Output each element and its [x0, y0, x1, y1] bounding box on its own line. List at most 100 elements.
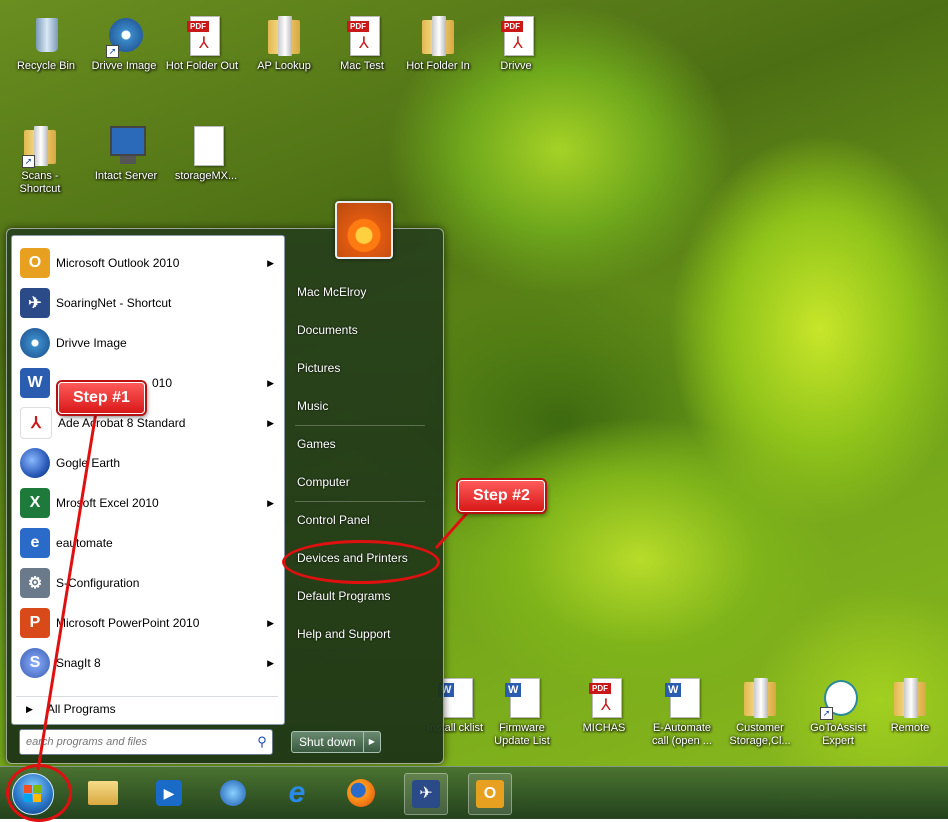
firmware-update-list-desktop-icon[interactable]: W Firmware Update List: [484, 676, 560, 748]
taskbar-media-player[interactable]: ▶: [148, 773, 190, 813]
computer-link[interactable]: Computer: [297, 475, 350, 489]
michas-desktop-icon[interactable]: PDF ⅄ MICHAS: [566, 676, 642, 735]
desktop-icon-label: Remote: [890, 722, 930, 734]
outlook-icon: O: [20, 248, 50, 278]
menu-item-soaringnet[interactable]: ✈ SoaringNet - Shortcut: [16, 284, 278, 322]
desktop-icon-label: GoToAssist Expert: [810, 722, 866, 747]
remote-desktop-desktop-icon[interactable]: Remote: [876, 676, 944, 735]
hot-folder-in-desktop-icon[interactable]: Hot Folder In: [400, 14, 476, 73]
gotoassist-expert-desktop-icon[interactable]: ➚ GoToAssist Expert: [800, 676, 876, 748]
firefox-icon: [347, 779, 375, 807]
menu-separator: [295, 501, 425, 502]
recycle-bin-icon: [36, 18, 58, 52]
submenu-arrow-icon[interactable]: ▶: [267, 418, 274, 429]
desktop-icon-label: AP Lookup: [257, 60, 311, 72]
desktop-icon-label: Drivve: [500, 60, 532, 72]
menu-item-label: SoaringNet - Shortcut: [56, 296, 172, 310]
menu-item-word[interactable]: W 010 ▶: [16, 364, 278, 402]
word-document-icon: W: [438, 678, 473, 718]
hot-folder-out-desktop-icon[interactable]: PDF ⅄ Hot Folder Out: [164, 14, 240, 73]
menu-separator: [295, 425, 425, 426]
menu-item-google-earth[interactable]: Gogle Earth: [16, 444, 278, 482]
customer-storage-desktop-icon[interactable]: Customer Storage,Cl...: [722, 676, 798, 748]
documents-link[interactable]: Documents: [297, 323, 358, 337]
menu-item-label: Mrosoft Excel 2010: [56, 496, 159, 510]
taskbar-soaringnet[interactable]: ✈: [404, 773, 448, 815]
storagemx-desktop-icon[interactable]: storageMX...: [168, 124, 244, 183]
menu-item-label: SnagIt 8: [56, 656, 101, 670]
menu-item-label: Gogle Earth: [56, 456, 121, 470]
media-player-icon: ▶: [156, 780, 182, 806]
folder-icon: [744, 678, 776, 718]
menu-item-excel[interactable]: X Mrosoft Excel 2010 ▶: [16, 484, 278, 522]
menu-item-label: Drivve Image: [56, 336, 127, 350]
default-programs-link[interactable]: Default Programs: [297, 589, 390, 603]
user-name-link[interactable]: Mac McElroy: [297, 285, 366, 299]
games-link[interactable]: Games: [297, 437, 336, 451]
e-automate-call-desktop-icon[interactable]: W E-Automate call (open ...: [644, 676, 720, 748]
desktop-icon-label: Recycle Bin: [16, 60, 76, 72]
submenu-arrow-icon[interactable]: ▶: [267, 378, 274, 389]
pdf-document-icon: PDF ⅄: [589, 678, 622, 718]
desktop-icon-label: Hot Folder In: [406, 60, 470, 72]
recycle-bin-desktop-icon[interactable]: Recycle Bin: [8, 14, 84, 73]
shutdown-options-arrow-icon[interactable]: ▶: [363, 731, 381, 753]
folder-icon: [268, 16, 300, 56]
ap-lookup-desktop-icon[interactable]: AP Lookup: [246, 14, 322, 73]
submenu-arrow-icon[interactable]: ▶: [267, 258, 274, 269]
menu-item-drivve-image[interactable]: Drivve Image: [16, 324, 278, 362]
all-programs-button[interactable]: ▶ All Programs: [16, 696, 278, 721]
desktop-icon-label: Intact Server: [94, 170, 158, 182]
menu-item-snagit[interactable]: S SnagIt 8 ▶: [16, 644, 278, 682]
search-box[interactable]: ⚲: [19, 729, 273, 755]
drivve-image-desktop-icon[interactable]: ➚ Drivve Image: [86, 14, 162, 73]
menu-item-label: Microsoft Outlook 2010: [56, 256, 180, 270]
outlook-icon: O: [476, 780, 504, 808]
step1-callout: Step #1: [58, 382, 145, 414]
pdf-document-icon: PDF ⅄: [501, 16, 534, 56]
e-automate-icon: e: [20, 528, 50, 558]
menu-item-outlook[interactable]: O Microsoft Outlook 2010 ▶: [16, 244, 278, 282]
drivve-desktop-icon[interactable]: PDF ⅄ Drivve: [478, 14, 554, 73]
desktop-icon-label: E-Automate call (open ...: [652, 722, 712, 747]
pdf-document-icon: PDF ⅄: [187, 16, 220, 56]
menu-item-acrobat[interactable]: ⅄ Ade Acrobat 8 Standard ▶: [16, 404, 278, 442]
submenu-arrow-icon[interactable]: ▶: [267, 658, 274, 669]
submenu-arrow-icon[interactable]: ▶: [267, 618, 274, 629]
snagit-icon: S: [20, 648, 50, 678]
google-earth-icon: [20, 448, 50, 478]
taskbar-network[interactable]: [212, 773, 254, 813]
music-link[interactable]: Music: [297, 399, 328, 413]
search-icon[interactable]: ⚲: [252, 734, 272, 750]
desktop-icon-label: Firmware Update List: [494, 722, 550, 747]
excel-icon: X: [20, 488, 50, 518]
menu-item-label: S-Configuration: [56, 576, 140, 590]
desktop-icon-label: Mac Test: [340, 60, 384, 72]
menu-item-configuration[interactable]: ⚙ S-Configuration: [16, 564, 278, 602]
pictures-link[interactable]: Pictures: [297, 361, 340, 375]
scans-shortcut-desktop-icon[interactable]: ➚ Scans - Shortcut: [8, 124, 72, 196]
devices-printers-highlight-ring: [282, 540, 440, 584]
shutdown-control: Shut down ▶: [291, 731, 381, 753]
shutdown-button[interactable]: Shut down: [291, 731, 364, 753]
help-and-support-link[interactable]: Help and Support: [297, 627, 390, 641]
desktop-icon-label: Customer Storage,Cl...: [729, 722, 791, 747]
search-input[interactable]: [24, 735, 252, 749]
taskbar-firefox[interactable]: [340, 773, 382, 813]
configuration-icon: ⚙: [20, 568, 50, 598]
desktop-icon-label: MICHAS: [582, 722, 626, 734]
pdf-document-icon: PDF ⅄: [347, 16, 380, 56]
user-picture-icon[interactable]: [335, 201, 393, 259]
control-panel-link[interactable]: Control Panel: [297, 513, 370, 527]
desktop-icon-label: Scans - Shortcut: [19, 170, 61, 195]
submenu-arrow-icon[interactable]: ▶: [267, 498, 274, 509]
word-document-icon: W: [665, 678, 700, 718]
taskbar-windows-explorer[interactable]: [82, 773, 124, 813]
soaringnet-icon: ✈: [20, 288, 50, 318]
intact-server-desktop-icon[interactable]: Intact Server: [88, 124, 164, 183]
menu-item-powerpoint[interactable]: P Microsoft PowerPoint 2010 ▶: [16, 604, 278, 642]
menu-item-e-automate[interactable]: e eautomate: [16, 524, 278, 562]
mac-test-desktop-icon[interactable]: PDF ⅄ Mac Test: [324, 14, 400, 73]
taskbar-internet-explorer[interactable]: e: [276, 773, 318, 813]
taskbar-outlook[interactable]: O: [468, 773, 512, 815]
